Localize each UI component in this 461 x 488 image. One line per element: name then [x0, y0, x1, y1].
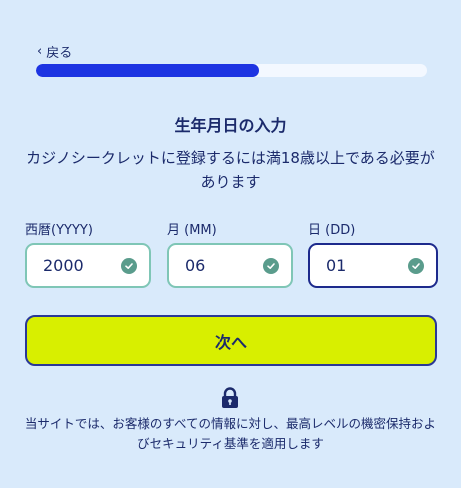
month-label: 月 (MM)	[167, 223, 217, 238]
check-icon	[408, 257, 424, 274]
page-title: 生年月日の入力	[174, 116, 287, 135]
month-field: 月 (MM) 06	[167, 219, 297, 288]
chevron-left-icon: ‹	[37, 44, 43, 59]
day-value: 01	[326, 256, 347, 275]
year-value: 2000	[43, 256, 84, 275]
back-label: 戻る	[46, 46, 73, 61]
day-field: 日 (DD) 01	[308, 219, 438, 288]
month-input[interactable]: 06	[167, 243, 293, 288]
check-icon	[263, 257, 279, 274]
day-label: 日 (DD)	[308, 223, 356, 238]
year-label: 西暦(YYYY)	[25, 223, 93, 238]
next-button[interactable]: 次へ	[25, 315, 437, 366]
month-value: 06	[185, 256, 206, 275]
progress-bar	[36, 64, 427, 77]
check-icon	[121, 257, 137, 274]
lock-icon	[222, 387, 238, 408]
year-input[interactable]: 2000	[25, 243, 151, 288]
year-field: 西暦(YYYY) 2000	[25, 219, 155, 288]
progress-fill	[36, 64, 259, 77]
security-notice: 当サイトでは、お客様のすべての情報に対し、最高レベルの機密保持およびセキュリティ…	[24, 416, 437, 451]
day-input[interactable]: 01	[308, 243, 438, 288]
back-button[interactable]: ‹ 戻る	[37, 42, 72, 61]
page-subtitle: カジノシークレットに登録するには満18歳以上である必要があります	[26, 149, 435, 191]
